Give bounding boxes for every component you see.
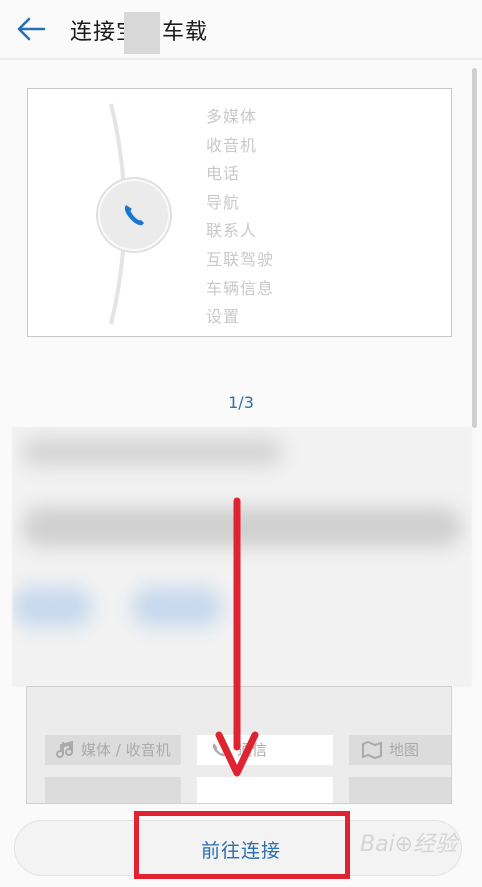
map-tile-label: 地图 <box>389 741 420 759</box>
media-tile: 媒体 / 收音机 <box>45 735 181 765</box>
phone-dial-button <box>98 179 170 251</box>
preview-tile <box>197 777 333 803</box>
menu-item: 联系人 <box>206 221 258 241</box>
back-arrow-icon[interactable] <box>14 14 48 44</box>
preview-tile <box>349 777 451 803</box>
menu-item: 导航 <box>206 192 241 212</box>
slide-image-card: 多媒体 收音机 电话 导航 联系人 互联驾驶 车辆信息 设置 <box>27 88 452 337</box>
menu-item: 多媒体 <box>206 107 258 126</box>
preview-tile <box>45 777 181 803</box>
app-header: 连接宝马车载 <box>0 0 482 60</box>
map-icon <box>362 741 382 759</box>
page-indicator: 1/3 <box>228 393 254 412</box>
menu-item: 收音机 <box>206 135 258 155</box>
map-tile: 地图 <box>349 735 451 765</box>
menu-item: 互联驾驶 <box>206 249 275 269</box>
watermark: Bai⊕经验 <box>360 832 458 857</box>
title-redaction <box>124 12 160 54</box>
media-tile-label: 媒体 / 收音机 <box>81 741 171 759</box>
menu-item: 设置 <box>206 307 241 327</box>
menu-item: 车辆信息 <box>206 278 275 298</box>
annotation-highlight-box <box>134 811 350 879</box>
music-note-icon <box>56 740 74 758</box>
annotation-arrow <box>215 497 259 777</box>
phone-icon <box>124 205 144 226</box>
menu-item: 电话 <box>206 164 241 184</box>
scrollbar[interactable] <box>472 68 477 428</box>
car-menu-list: 多媒体 收音机 电话 导航 联系人 互联驾驶 车辆信息 设置 <box>206 103 274 332</box>
